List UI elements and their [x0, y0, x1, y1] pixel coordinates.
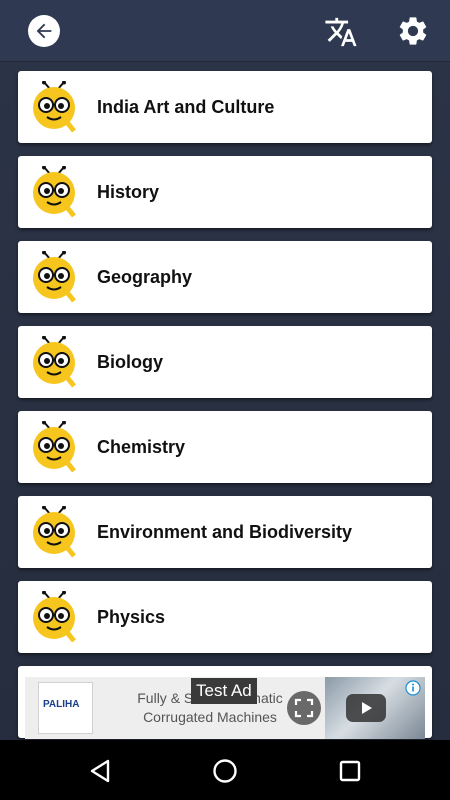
category-list[interactable]: India Art and Culture History Geography … — [0, 62, 450, 740]
category-label: Environment and Biodiversity — [97, 522, 353, 542]
category-label: Geography — [97, 267, 193, 287]
category-card-geography[interactable]: Geography — [18, 241, 432, 313]
category-label: Biology — [97, 352, 163, 372]
bee-quiz-icon — [33, 506, 76, 558]
bee-quiz-icon — [33, 421, 76, 473]
ad-play-button[interactable] — [346, 694, 386, 722]
bee-quiz-icon — [33, 81, 76, 133]
translate-button[interactable] — [324, 15, 358, 49]
bee-quiz-icon — [33, 251, 76, 303]
arrow-left-icon — [36, 23, 52, 39]
category-card-biology[interactable]: Biology — [18, 326, 432, 398]
play-icon — [362, 702, 372, 714]
category-label: History — [97, 182, 160, 202]
bee-quiz-icon — [33, 166, 76, 218]
gear-icon — [399, 17, 427, 45]
square-recents-icon[interactable] — [336, 757, 364, 785]
back-button[interactable] — [28, 15, 60, 47]
translate-icon — [325, 17, 357, 47]
triangle-back-icon[interactable] — [86, 757, 114, 785]
system-nav-bar — [0, 740, 450, 800]
app-bar — [0, 0, 450, 62]
category-card-india-art-culture[interactable]: India Art and Culture — [18, 71, 432, 143]
category-label: Chemistry — [97, 437, 186, 457]
bee-quiz-icon — [33, 336, 76, 388]
ad-expand-button[interactable] — [287, 691, 321, 725]
ad-line-2: Corrugated Machines — [143, 709, 277, 725]
test-ad-badge: Test Ad — [191, 678, 257, 704]
settings-button[interactable] — [396, 14, 430, 48]
category-card-chemistry[interactable]: Chemistry — [18, 411, 432, 483]
category-card-environment[interactable]: Environment and Biodiversity — [18, 496, 432, 568]
bee-quiz-icon — [33, 591, 76, 643]
circle-home-icon[interactable] — [211, 757, 239, 785]
ad-logo-text: PALIHA — [43, 699, 80, 710]
category-card-history[interactable]: History — [18, 156, 432, 228]
category-card-physics[interactable]: Physics — [18, 581, 432, 653]
expand-icon — [294, 698, 314, 718]
category-label: India Art and Culture — [97, 97, 275, 117]
ad-logo: PALIHA — [38, 682, 93, 734]
category-label: Physics — [97, 607, 166, 627]
ad-info-icon[interactable] — [405, 680, 421, 696]
